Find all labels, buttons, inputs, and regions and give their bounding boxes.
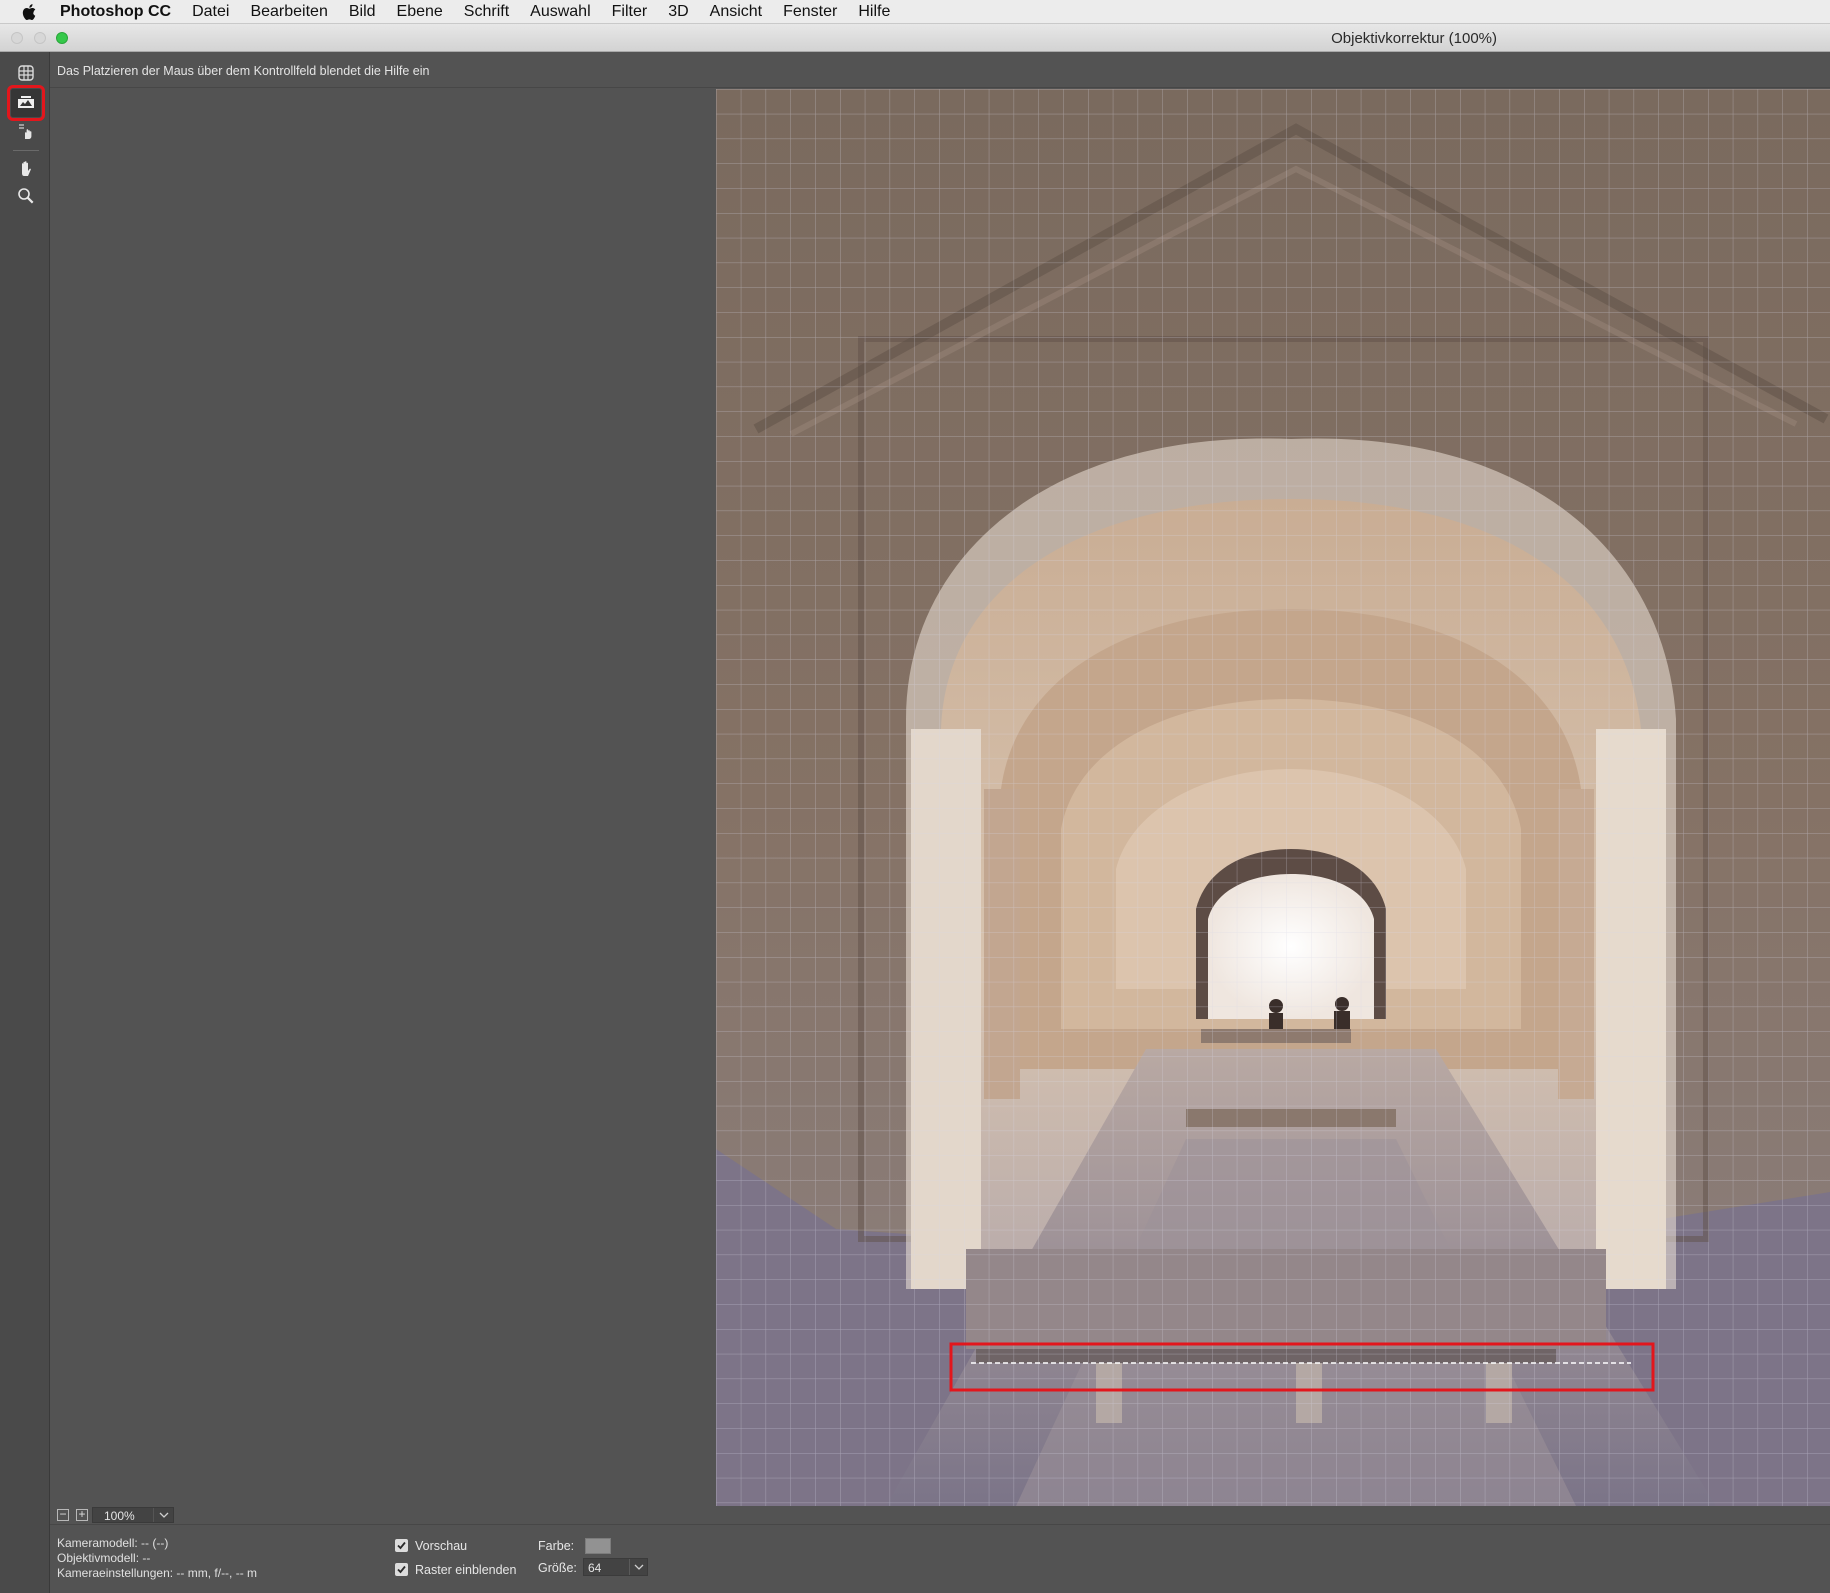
show-grid-checkbox[interactable] [395, 1563, 408, 1576]
move-grid-tool[interactable] [11, 118, 41, 146]
checkmark-icon [397, 1541, 406, 1550]
hand-tool[interactable] [11, 155, 41, 183]
zoom-tool[interactable] [11, 182, 41, 210]
tool-strip [0, 52, 50, 1593]
help-text: Das Platzieren der Maus über dem Kontrol… [57, 64, 430, 78]
chevron-down-icon [159, 1512, 169, 1518]
window-title-bar: Objektivkorrektur (100%) [0, 24, 1830, 52]
menu-ebene[interactable]: Ebene [397, 3, 443, 21]
menu-app-name[interactable]: Photoshop CC [60, 3, 171, 21]
arcade-photo [716, 89, 1830, 1506]
menu-hilfe[interactable]: Hilfe [858, 3, 890, 21]
zoom-icon [18, 188, 34, 204]
menu-schrift[interactable]: Schrift [464, 3, 509, 21]
checkmark-icon [397, 1565, 406, 1574]
zoom-dropdown-chevron[interactable] [153, 1508, 173, 1522]
bottom-panel: Kameramodell: -- (--) Objektivmodell: --… [50, 1524, 1830, 1593]
lens-model-info: Objektivmodell: -- [57, 1551, 151, 1565]
verzerrung-entfernen-icon [18, 65, 34, 81]
zoom-in-button[interactable]: + [76, 1508, 88, 1521]
menu-filter[interactable]: Filter [612, 3, 648, 21]
camera-settings-info: Kameraeinstellungen: -- mm, f/--, -- m [57, 1566, 258, 1580]
grid-color-label: Farbe: [538, 1539, 575, 1553]
preview-image[interactable] [716, 89, 1830, 1506]
menu-bearbeiten[interactable]: Bearbeiten [250, 3, 327, 21]
apple-icon[interactable] [20, 2, 40, 22]
zoom-controls: − + 100% [50, 1506, 666, 1524]
menu-bar: Photoshop CC Datei Bearbeiten Bild Ebene… [0, 0, 1830, 24]
zoom-level-value: 100% [104, 1509, 135, 1523]
image-preview-area[interactable] [50, 88, 1830, 1506]
help-bar: Das Platzieren der Maus über dem Kontrol… [50, 52, 1830, 88]
remove-distortion-tool[interactable] [11, 59, 41, 87]
preview-label: Vorschau [415, 1539, 468, 1553]
menu-auswahl[interactable]: Auswahl [530, 3, 590, 21]
grid-size-chevron[interactable] [629, 1559, 647, 1575]
grid-color-swatch[interactable] [585, 1538, 611, 1554]
chevron-down-icon [634, 1564, 644, 1570]
zoom-window-button[interactable] [56, 32, 68, 44]
preview-checkbox[interactable] [395, 1539, 408, 1552]
show-grid-label: Raster einblenden [415, 1563, 517, 1577]
camera-model-info: Kameramodell: -- (--) [57, 1536, 169, 1550]
menu-fenster[interactable]: Fenster [783, 3, 837, 21]
menu-bild[interactable]: Bild [349, 3, 376, 21]
gerade-ausrichten-icon [18, 96, 34, 108]
grid-size-select[interactable]: 64 [583, 1558, 648, 1576]
grid-size-value: 64 [588, 1561, 602, 1575]
menu-3d[interactable]: 3D [668, 3, 688, 21]
minimize-window-button[interactable] [34, 32, 46, 44]
straighten-tool[interactable] [7, 85, 45, 121]
grid-size-label: Größe: [538, 1561, 577, 1575]
window-title: Objektivkorrektur (100%) [1331, 30, 1497, 47]
zoom-level-select[interactable]: 100% [92, 1507, 174, 1523]
zoom-out-button[interactable]: − [57, 1508, 69, 1521]
hand-icon [22, 161, 31, 176]
raster-verschieben-icon [19, 124, 32, 139]
tool-separator [13, 150, 39, 151]
menu-datei[interactable]: Datei [192, 3, 229, 21]
menu-ansicht[interactable]: Ansicht [710, 3, 762, 21]
close-window-button[interactable] [11, 32, 23, 44]
